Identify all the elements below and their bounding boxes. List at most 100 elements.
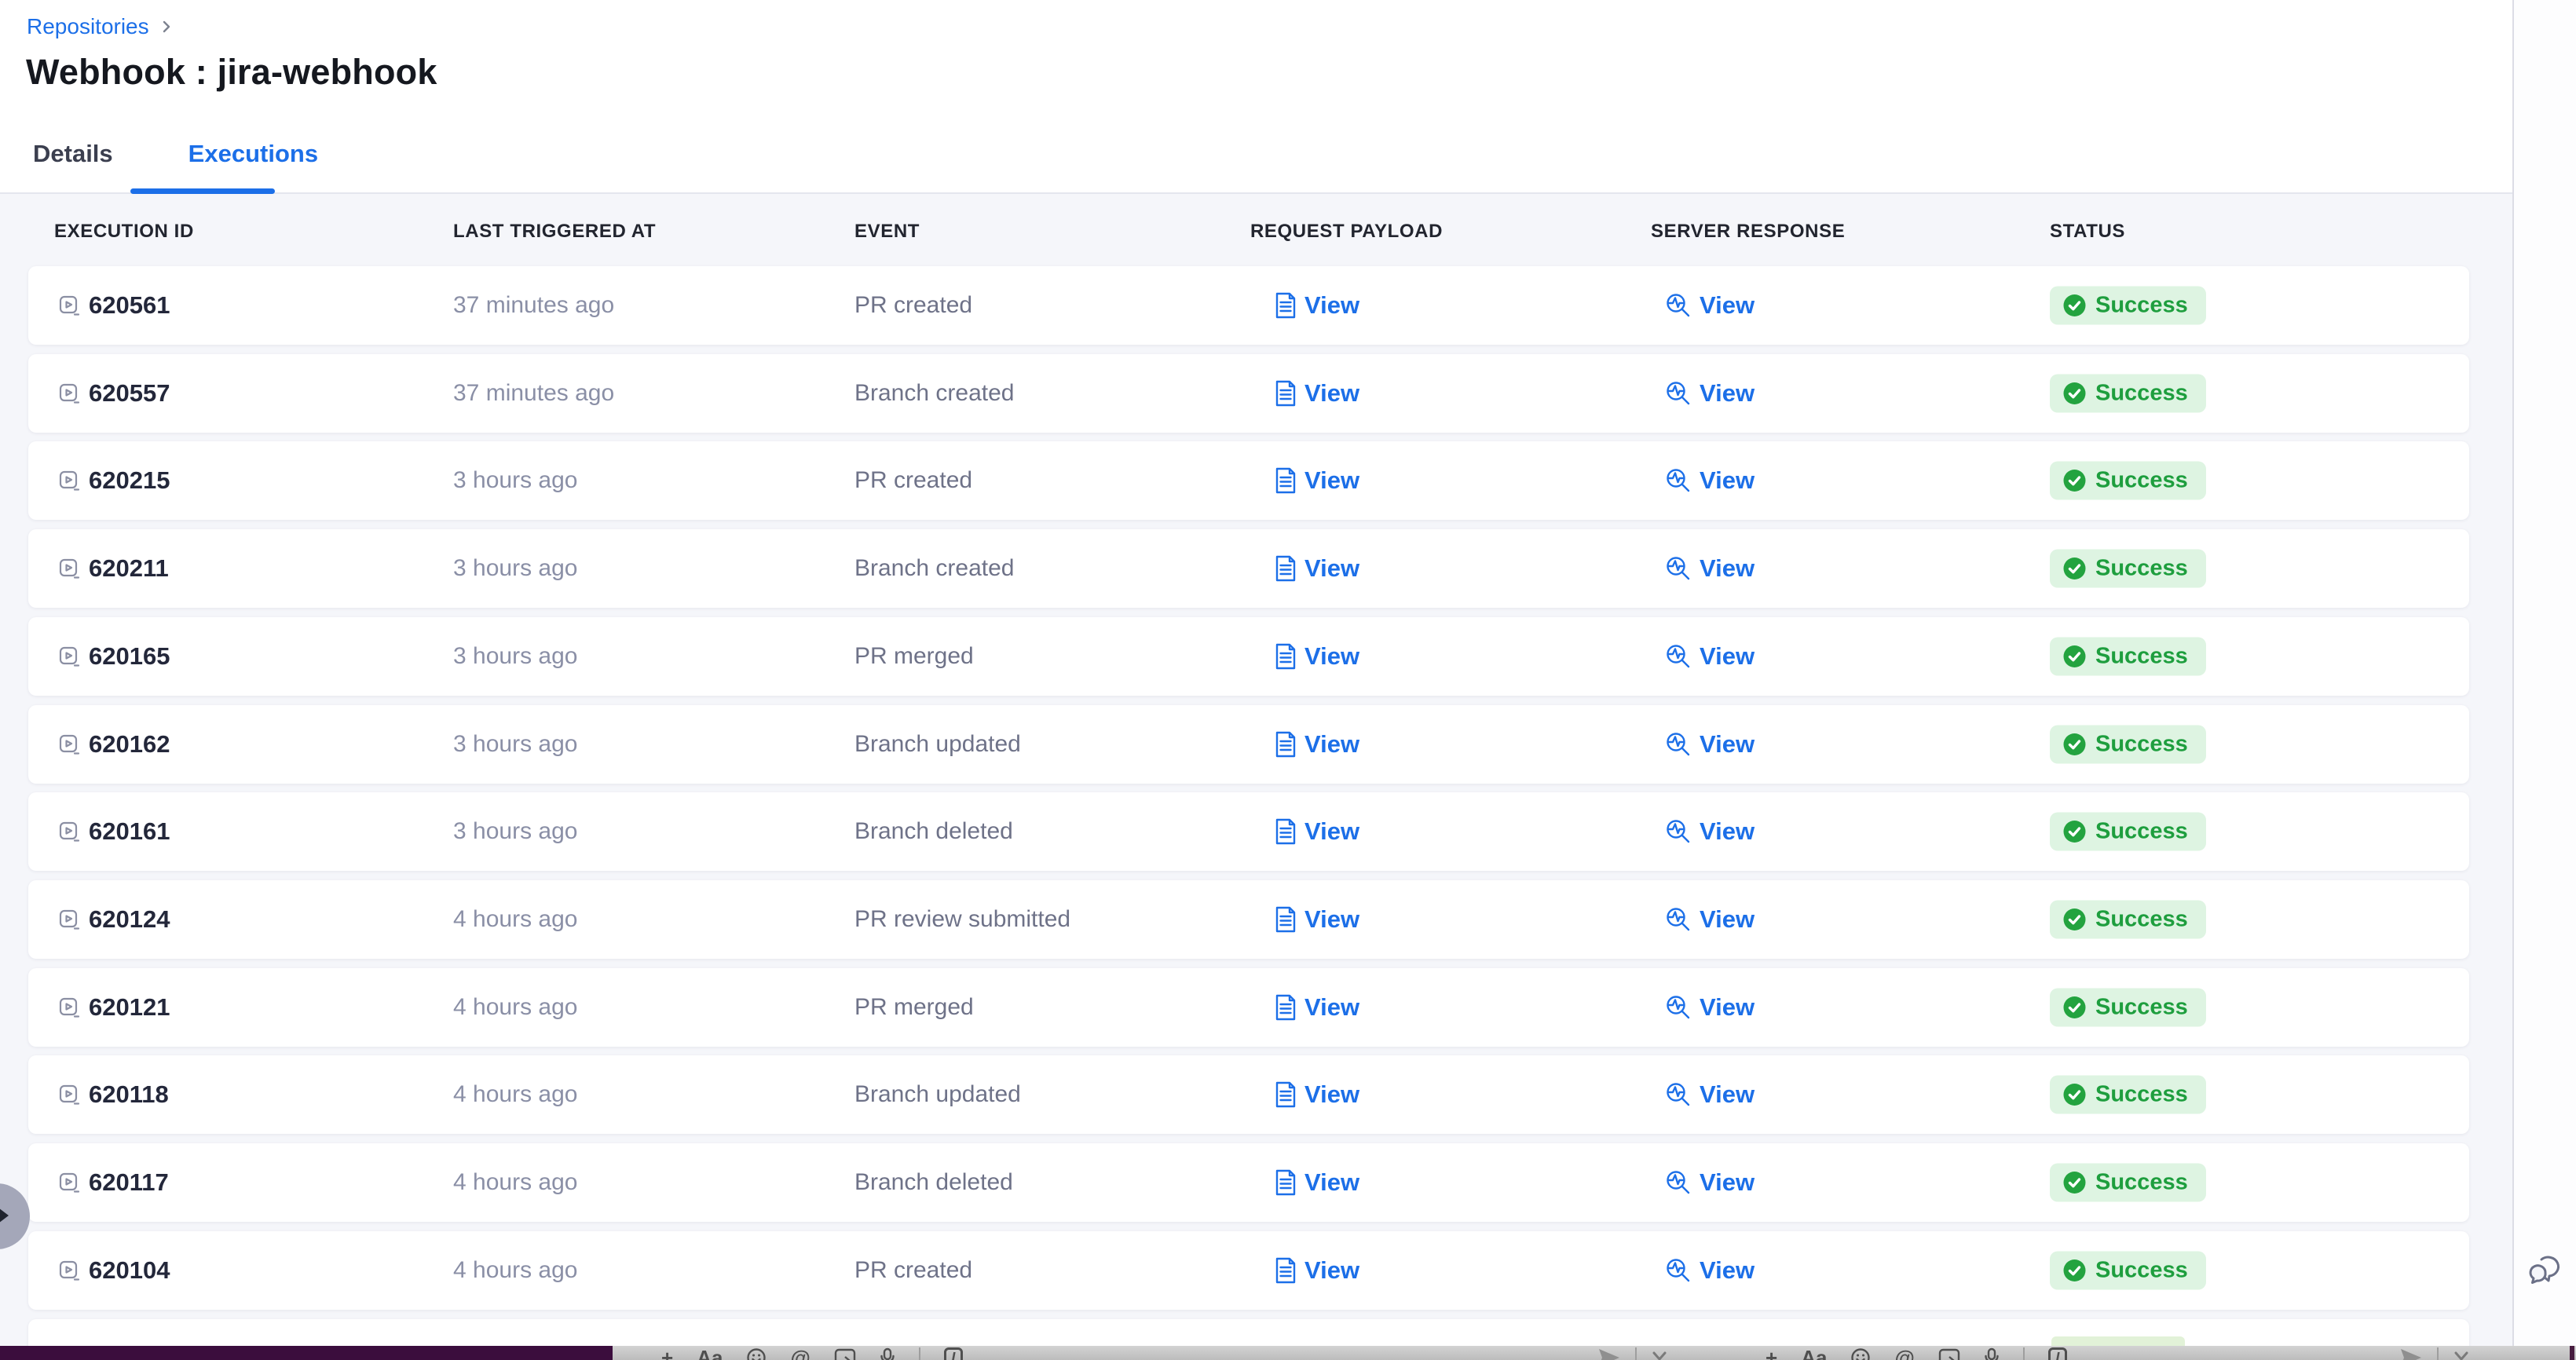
success-check-icon — [2062, 469, 2087, 493]
view-link-label: View — [1700, 730, 1755, 759]
event-label: Branch created — [854, 380, 1014, 407]
success-check-icon — [2062, 820, 2087, 844]
view-link-label: View — [1304, 1256, 1359, 1285]
status-badge: Success — [2050, 462, 2206, 500]
video-clip-icon[interactable] — [1938, 1347, 1960, 1360]
execution-id: 620118 — [89, 1080, 169, 1109]
last-triggered-at: 3 hours ago — [453, 731, 577, 758]
breadcrumb: Repositories — [27, 14, 173, 39]
last-triggered-at: 4 hours ago — [453, 1257, 577, 1284]
request-payload-view-link[interactable]: View — [1275, 1256, 1359, 1285]
server-response-view-link[interactable]: View — [1665, 1168, 1755, 1197]
status-badge: Success — [2050, 638, 2206, 676]
request-payload-view-link[interactable]: View — [1275, 291, 1359, 320]
mention-icon[interactable]: @ — [1894, 1347, 1914, 1360]
search-response-icon — [1665, 467, 1692, 494]
request-payload-view-link[interactable]: View — [1275, 466, 1359, 495]
success-check-icon — [2062, 557, 2087, 581]
status-badge-label: Success — [2095, 644, 2188, 670]
status-badge: Success — [2050, 550, 2206, 588]
background-window-edge — [2570, 1346, 2574, 1360]
background-highlight — [2051, 1336, 2185, 1346]
mention-icon[interactable]: @ — [790, 1347, 810, 1360]
chevron-down-icon[interactable] — [2453, 1347, 2470, 1360]
table-row: 620118 4 hours ago Branch updated View V… — [28, 1055, 2469, 1134]
background-slack-sidebar — [0, 1346, 613, 1360]
compose-toolbar-right: + Aa @ / — [1766, 1347, 2067, 1360]
microphone-icon[interactable] — [880, 1347, 895, 1360]
status-badge: Success — [2050, 1164, 2206, 1202]
execution-id-cell: 620165 — [59, 642, 170, 671]
request-payload-view-link[interactable]: View — [1275, 817, 1359, 846]
status-badge-label: Success — [2095, 732, 2188, 758]
compose-send-left — [1597, 1347, 1668, 1360]
chat-bubbles-icon[interactable] — [2529, 1252, 2565, 1288]
search-response-icon — [1665, 1169, 1692, 1196]
document-icon — [1275, 1169, 1297, 1196]
status-badge-label: Success — [2095, 1258, 2188, 1284]
server-response-view-link[interactable]: View — [1665, 1080, 1755, 1109]
plus-icon[interactable]: + — [661, 1347, 673, 1360]
execution-play-icon — [59, 1172, 80, 1194]
col-header-last-triggered: LAST TRIGGERED AT — [453, 221, 656, 243]
microphone-icon[interactable] — [1984, 1347, 2000, 1360]
emoji-icon[interactable] — [1850, 1347, 1871, 1360]
tab-executions[interactable]: Executions — [188, 140, 318, 168]
webhook-executions-page: Repositories Webhook : jira-webhook Deta… — [0, 0, 2576, 1360]
tab-details[interactable]: Details — [33, 140, 113, 168]
chevron-down-icon[interactable] — [1651, 1347, 1668, 1360]
server-response-view-link[interactable]: View — [1665, 642, 1755, 671]
event-label: PR created — [854, 1257, 972, 1284]
server-response-view-link[interactable]: View — [1665, 993, 1755, 1022]
table-row: 620104 4 hours ago PR created View View — [28, 1231, 2469, 1310]
execution-id-cell: 620161 — [59, 817, 170, 846]
success-check-icon — [2062, 645, 2087, 669]
send-icon[interactable] — [1597, 1347, 1621, 1360]
server-response-view-link[interactable]: View — [1665, 730, 1755, 759]
table-row: 620161 3 hours ago Branch deleted View V… — [28, 792, 2469, 871]
format-text-icon[interactable]: Aa — [1801, 1347, 1827, 1360]
server-response-view-link[interactable]: View — [1665, 1256, 1755, 1285]
request-payload-view-link[interactable]: View — [1275, 1168, 1359, 1197]
compose-toolbar-left: + Aa @ / — [661, 1347, 963, 1360]
request-payload-view-link[interactable]: View — [1275, 379, 1359, 408]
emoji-icon[interactable] — [746, 1347, 767, 1360]
request-payload-view-link[interactable]: View — [1275, 1080, 1359, 1109]
success-check-icon — [2062, 1259, 2087, 1283]
execution-id: 620162 — [89, 730, 170, 759]
request-payload-view-link[interactable]: View — [1275, 642, 1359, 671]
search-response-icon — [1665, 555, 1692, 582]
table-row: 620211 3 hours ago Branch created View V… — [28, 529, 2469, 608]
execution-play-icon — [59, 558, 80, 579]
server-response-view-link[interactable]: View — [1665, 291, 1755, 320]
slash-command-icon[interactable]: / — [944, 1347, 963, 1360]
plus-icon[interactable]: + — [1766, 1347, 1777, 1360]
server-response-view-link[interactable]: View — [1665, 905, 1755, 934]
view-link-label: View — [1304, 291, 1359, 320]
server-response-view-link[interactable]: View — [1665, 466, 1755, 495]
send-icon[interactable] — [2399, 1347, 2423, 1360]
search-response-icon — [1665, 380, 1692, 407]
server-response-view-link[interactable]: View — [1665, 554, 1755, 583]
right-rail-divider — [2512, 0, 2514, 1360]
compose-send-right — [2399, 1347, 2470, 1360]
request-payload-view-link[interactable]: View — [1275, 993, 1359, 1022]
success-check-icon — [2062, 294, 2087, 318]
format-text-icon[interactable]: Aa — [697, 1347, 723, 1360]
status-badge: Success — [2050, 901, 2206, 939]
breadcrumb-repositories-link[interactable]: Repositories — [27, 14, 149, 39]
document-icon — [1275, 555, 1297, 582]
slash-command-icon[interactable]: / — [2048, 1347, 2067, 1360]
execution-play-icon — [59, 295, 80, 316]
server-response-view-link[interactable]: View — [1665, 379, 1755, 408]
video-clip-icon[interactable] — [834, 1347, 856, 1360]
view-link-label: View — [1304, 1080, 1359, 1109]
execution-play-icon — [59, 909, 80, 930]
view-link-label: View — [1700, 1168, 1755, 1197]
document-icon — [1275, 643, 1297, 670]
request-payload-view-link[interactable]: View — [1275, 730, 1359, 759]
last-triggered-at: 3 hours ago — [453, 818, 577, 845]
server-response-view-link[interactable]: View — [1665, 817, 1755, 846]
request-payload-view-link[interactable]: View — [1275, 554, 1359, 583]
request-payload-view-link[interactable]: View — [1275, 905, 1359, 934]
